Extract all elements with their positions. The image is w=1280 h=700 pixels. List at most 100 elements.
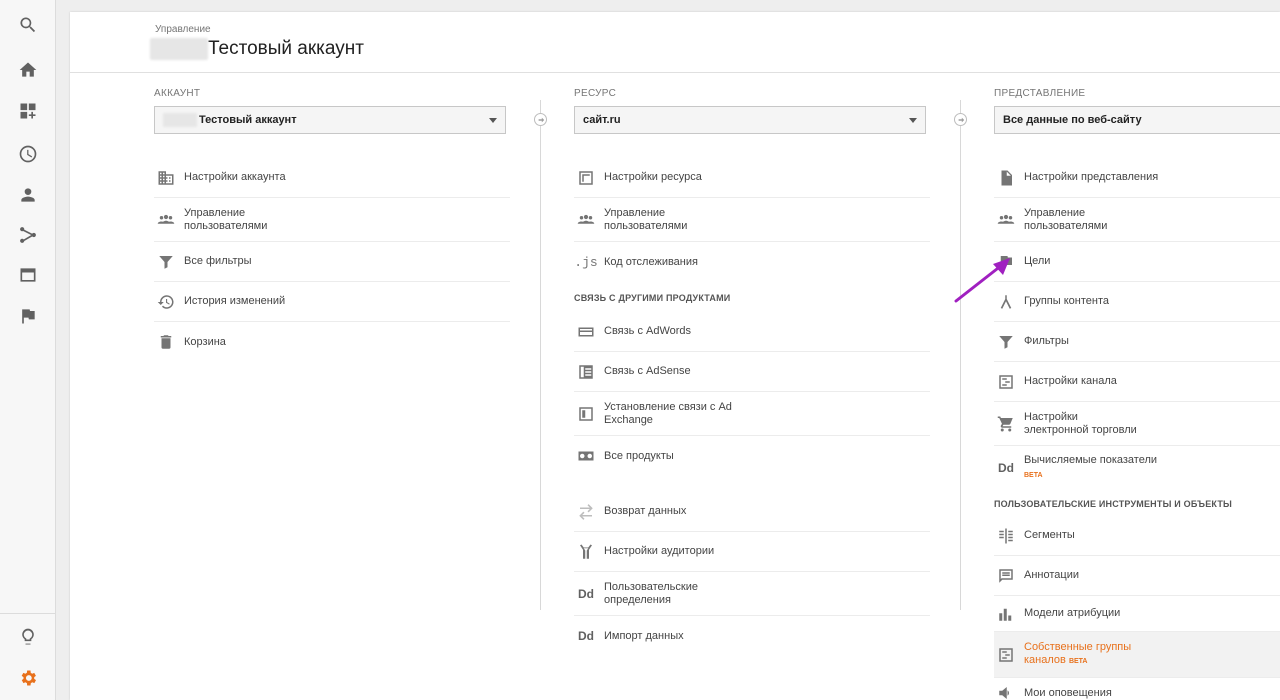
search-icon[interactable]	[0, 5, 56, 45]
segments-item[interactable]: Сегменты	[994, 516, 1280, 556]
item-label: Настройки электронной торговли	[1024, 410, 1137, 436]
beta-badge: BETA	[1024, 472, 1043, 479]
property-select[interactable]: сайт.ru	[574, 106, 926, 134]
account-users-item[interactable]: Управление пользователями	[154, 198, 510, 242]
adwords-link-item[interactable]: Связь с AdWords	[574, 312, 930, 352]
toggle-icon	[576, 502, 596, 522]
property-settings-item[interactable]: Настройки ресурса	[574, 158, 930, 198]
page-title: Тестовый аккаунт	[208, 38, 364, 59]
account-settings-item[interactable]: Настройки аккаунта	[154, 158, 510, 198]
channel-groups-item[interactable]: Собственные группы каналов BETA	[994, 632, 1280, 678]
dd-icon: Dd	[578, 629, 594, 643]
item-label: Управление пользователями	[1024, 206, 1108, 232]
nav-rail	[0, 0, 56, 700]
adsense-icon	[576, 362, 596, 382]
page-header: Управление Тестовый аккаунт	[70, 12, 1280, 73]
item-label: Все фильтры	[184, 255, 252, 267]
my-alerts-item[interactable]: Мои оповещения	[994, 678, 1280, 700]
rail-divider	[0, 613, 56, 614]
history-icon	[156, 292, 176, 312]
item-label: Настройки аккаунта	[184, 171, 286, 183]
js-icon: .js	[574, 254, 598, 270]
filter-icon	[156, 252, 176, 272]
audience-settings-item[interactable]: Настройки аудитории	[574, 532, 930, 572]
acquisition-icon[interactable]	[0, 215, 56, 255]
adsense-link-item[interactable]: Связь с AdSense	[574, 352, 930, 392]
ecommerce-settings-item[interactable]: Настройки электронной торговли	[994, 402, 1280, 446]
tracking-code-item[interactable]: .js Код отслеживания	[574, 242, 930, 282]
window-icon	[576, 168, 596, 188]
content-groups-item[interactable]: Группы контента	[994, 282, 1280, 322]
item-label: Установление связи с Ad Exchange	[604, 400, 732, 426]
account-trash-item[interactable]: Корзина	[154, 322, 510, 362]
channel-icon	[996, 645, 1016, 665]
goals-item[interactable]: Цели	[994, 242, 1280, 282]
channel-settings-item[interactable]: Настройки канала	[994, 362, 1280, 402]
lightbulb-icon[interactable]	[0, 617, 56, 657]
channel-icon	[996, 372, 1016, 392]
dd-icon: Dd	[578, 586, 594, 601]
data-return-item[interactable]: Возврат данных	[574, 492, 930, 532]
audience-icon	[576, 542, 596, 562]
calculated-metrics-item[interactable]: Dd Вычисляемые показатели BETA	[994, 446, 1280, 490]
gear-icon[interactable]	[0, 658, 56, 698]
view-filters-item[interactable]: Фильтры	[994, 322, 1280, 362]
view-select[interactable]: Все данные по веб-сайту	[994, 106, 1280, 134]
column-connector	[540, 100, 541, 610]
redacted-name	[163, 113, 197, 127]
arrow-right-icon	[954, 113, 967, 126]
item-label: Импорт данных	[604, 629, 684, 642]
item-label: Вычисляемые показатели BETA	[1024, 454, 1157, 482]
attribution-models-item[interactable]: Модели атрибуции	[994, 596, 1280, 632]
annotation-arrow	[954, 258, 1010, 303]
building-icon	[156, 168, 176, 188]
item-label: Пользовательские определения	[604, 580, 698, 606]
home-icon[interactable]	[0, 50, 56, 90]
item-label: Мои оповещения	[1024, 686, 1112, 699]
item-label: Корзина	[184, 335, 226, 348]
item-label: Управление пользователями	[184, 206, 268, 232]
person-icon[interactable]	[0, 175, 56, 215]
document-icon	[996, 168, 1016, 188]
people-icon	[996, 210, 1016, 230]
cart-icon	[996, 414, 1016, 434]
breadcrumb[interactable]: Управление	[155, 24, 211, 35]
chevron-down-icon	[489, 118, 497, 123]
data-import-item[interactable]: Dd Импорт данных	[574, 616, 930, 656]
annotations-item[interactable]: Аннотации	[994, 556, 1280, 596]
admin-panel: Управление Тестовый аккаунт АККАУНТ Тест…	[70, 12, 1280, 700]
custom-definitions-item[interactable]: Dd Пользовательские определения	[574, 572, 930, 616]
trash-icon	[156, 332, 176, 352]
adwords-icon	[576, 322, 596, 342]
item-label: Модели атрибуции	[1024, 607, 1121, 619]
adexchange-link-item[interactable]: Установление связи с Ad Exchange	[574, 392, 930, 436]
property-users-item[interactable]: Управление пользователями	[574, 198, 930, 242]
view-settings-item[interactable]: Настройки представления	[994, 158, 1280, 198]
beta-badge: BETA	[1068, 658, 1088, 665]
item-label: Настройки канала	[1024, 375, 1117, 387]
dashboard-icon[interactable]	[0, 91, 56, 131]
item-label: Аннотации	[1024, 569, 1079, 581]
dd-icon: Dd	[998, 461, 1014, 475]
flag-icon[interactable]	[0, 296, 56, 336]
filter-icon	[996, 332, 1016, 352]
bar-chart-icon	[996, 604, 1016, 624]
megaphone-icon	[996, 683, 1016, 700]
redacted-name	[150, 38, 208, 60]
property-label: РЕСУРС	[574, 88, 617, 99]
account-history-item[interactable]: История изменений	[154, 282, 510, 322]
account-select[interactable]: Тестовый аккаунт	[154, 106, 506, 134]
property-column: РЕСУРС сайт.ru Настройки ресурса Управле…	[574, 88, 954, 643]
view-users-item[interactable]: Управление пользователями	[994, 198, 1280, 242]
view-selected: Все данные по веб-сайту	[1003, 114, 1142, 126]
people-icon	[576, 210, 596, 230]
arrow-right-icon	[534, 113, 547, 126]
clock-icon[interactable]	[0, 134, 56, 174]
column-connector	[960, 100, 961, 610]
item-label: Настройки аудитории	[604, 545, 715, 557]
item-label: Цели	[1024, 255, 1051, 267]
all-products-item[interactable]: Все продукты	[574, 436, 930, 476]
account-filters-item[interactable]: Все фильтры	[154, 242, 510, 282]
browser-icon[interactable]	[0, 255, 56, 295]
item-label: Возврат данных	[604, 505, 687, 517]
